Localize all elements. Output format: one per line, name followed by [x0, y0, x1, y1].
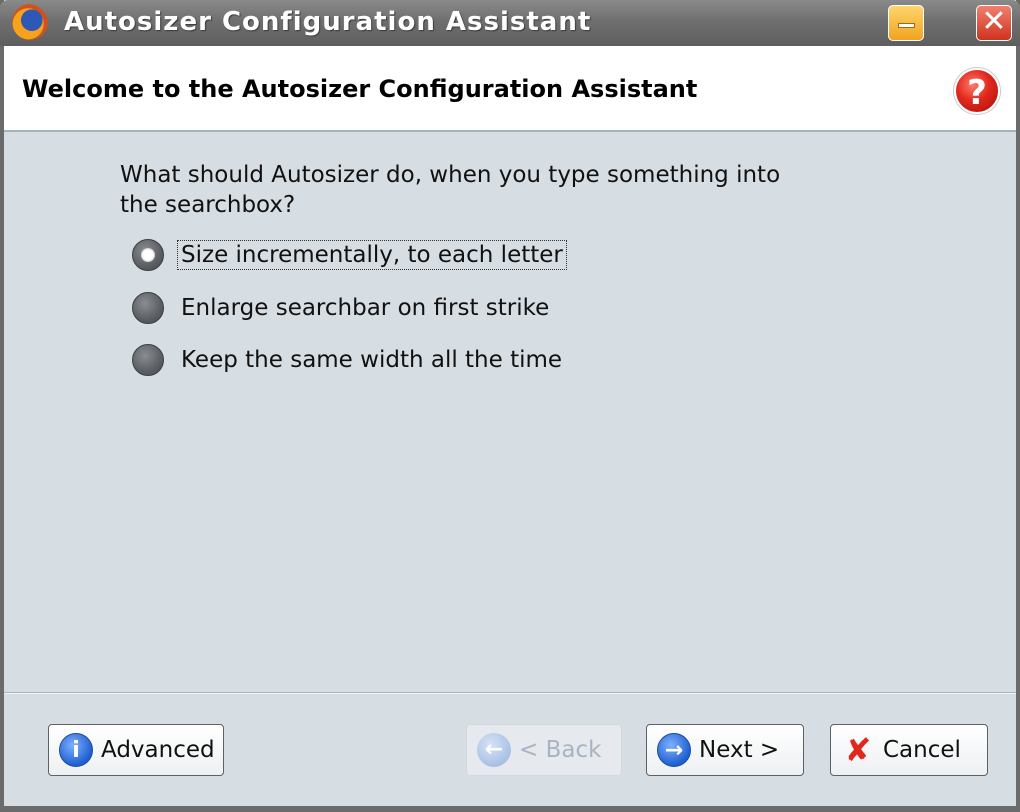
next-arrow-icon: →: [657, 733, 691, 767]
option-enlarge-on-first-strike[interactable]: Enlarge searchbar on first strike: [132, 290, 552, 326]
cancel-button[interactable]: ✘ Cancel: [830, 724, 988, 776]
close-icon: ✕: [981, 4, 1007, 39]
cancel-label: Cancel: [883, 737, 961, 763]
cancel-x-icon: ✘: [844, 731, 872, 769]
back-arrow-icon: ←: [477, 733, 511, 767]
help-icon[interactable]: ?: [954, 68, 1000, 114]
minimize-button[interactable]: [888, 5, 924, 41]
radio-button[interactable]: [132, 344, 164, 376]
footer-separator: [4, 692, 1016, 694]
question-text: What should Autosizer do, when you type …: [120, 162, 781, 218]
advanced-label: Advanced: [101, 737, 215, 763]
next-label: Next >: [699, 737, 780, 763]
close-button[interactable]: ✕: [976, 4, 1012, 41]
info-icon: i: [59, 733, 93, 767]
header-panel: Welcome to the Autosizer Configuration A…: [4, 46, 1016, 132]
option-size-incrementally[interactable]: Size incrementally, to each letter: [132, 237, 567, 273]
back-button: ← < Back: [466, 724, 622, 776]
option-label[interactable]: Keep the same width all the time: [178, 346, 565, 374]
window-title: Autosizer Configuration Assistant: [64, 7, 592, 37]
title-bar: Autosizer Configuration Assistant ✕: [0, 0, 1020, 46]
back-label: < Back: [519, 737, 602, 763]
option-keep-same-width[interactable]: Keep the same width all the time: [132, 342, 565, 378]
radio-button[interactable]: [132, 292, 164, 324]
page-title: Welcome to the Autosizer Configuration A…: [22, 75, 698, 103]
radio-button-selected[interactable]: [132, 239, 164, 271]
firefox-icon: [12, 4, 48, 40]
option-label[interactable]: Size incrementally, to each letter: [177, 240, 567, 270]
option-label[interactable]: Enlarge searchbar on first strike: [178, 294, 552, 322]
assistant-window: Autosizer Configuration Assistant ✕ Welc…: [0, 0, 1020, 812]
minimize-icon: [898, 23, 915, 28]
next-button[interactable]: → Next >: [646, 724, 804, 776]
advanced-button[interactable]: i Advanced: [48, 724, 224, 776]
